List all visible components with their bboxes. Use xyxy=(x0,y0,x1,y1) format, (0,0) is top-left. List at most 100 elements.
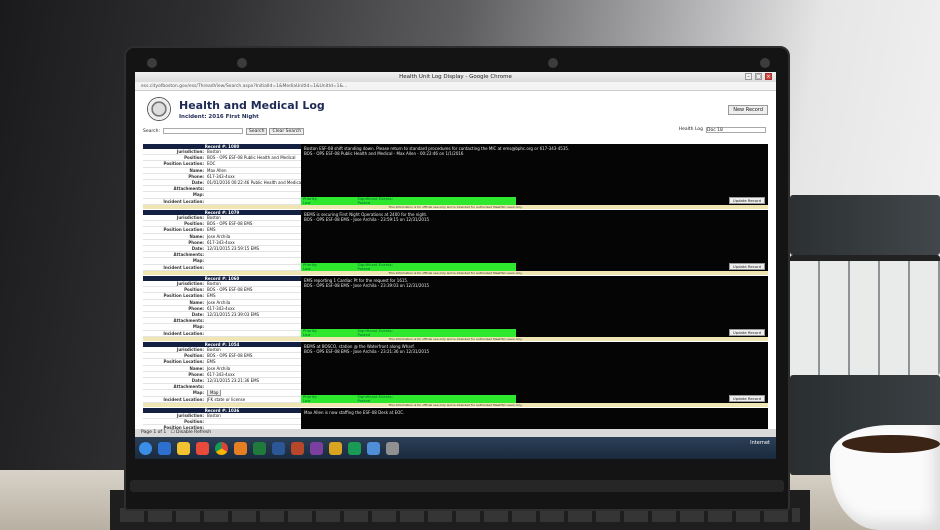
minimize-button[interactable]: – xyxy=(745,73,752,80)
word-icon[interactable] xyxy=(272,441,285,455)
field-label: Position Location: xyxy=(163,359,204,365)
app-icon[interactable] xyxy=(348,441,361,455)
field-label: Jurisdiction: xyxy=(176,215,204,220)
screw xyxy=(237,58,247,68)
priority-value: Low xyxy=(303,331,311,337)
priority-value: Low xyxy=(303,397,311,403)
update-record-button[interactable]: Update Record xyxy=(728,328,765,336)
field-value: 12/31/2015 23:39:03 EMS xyxy=(207,311,260,317)
update-record-button[interactable]: Update Record xyxy=(728,262,765,270)
start-icon[interactable] xyxy=(139,441,152,455)
field-value: Jose Archila xyxy=(207,299,231,305)
field-value: Jose Archila xyxy=(207,233,231,239)
page-header: Health and Medical Log Incident: 2016 Fi… xyxy=(135,91,776,127)
priority-value: Low xyxy=(303,265,311,271)
field-value: Boston xyxy=(207,149,221,154)
city-seal-icon xyxy=(147,97,171,121)
disable-refresh-checkbox[interactable]: Disable Refresh xyxy=(176,430,211,435)
maximize-button[interactable]: □ xyxy=(755,73,762,80)
log-line: BOS - OPS ESF-08 EMS - Jose Archila - 23… xyxy=(304,349,430,354)
field-label: Name: xyxy=(189,365,204,371)
significant-value: Posted xyxy=(357,265,371,271)
field-value: BOS - OPS ESF-08 EMS xyxy=(207,287,253,293)
field-value: JFK state or license xyxy=(207,396,246,402)
media-icon[interactable] xyxy=(196,441,209,455)
field-value: 617-343-4xxx xyxy=(207,239,235,245)
priority-status: Priority: Low Significant Events: Posted xyxy=(301,328,516,337)
clear-search-button[interactable]: Clear Search xyxy=(269,127,305,135)
field-value: BOS - OPS ESF-08 EMS xyxy=(207,221,253,227)
close-button[interactable]: × xyxy=(765,73,772,80)
window-title: Health Unit Log Display - Google Chrome xyxy=(399,74,512,80)
app-icon[interactable] xyxy=(386,441,399,455)
search-input[interactable] xyxy=(162,128,243,134)
field-label: Phone: xyxy=(188,239,204,245)
coffee-cup xyxy=(830,425,940,530)
ie-icon[interactable] xyxy=(158,441,171,455)
field-label: Jurisdiction: xyxy=(176,347,204,352)
field-label: Position: xyxy=(184,287,204,293)
page-title: Health and Medical Log xyxy=(179,98,325,112)
field-label: Date: xyxy=(191,245,204,251)
field-label: Incident Location: xyxy=(163,198,204,204)
update-record-button[interactable]: Update Record xyxy=(728,196,765,204)
binder xyxy=(790,195,940,255)
firefox-icon[interactable] xyxy=(234,441,247,455)
status-bar: Priority: Low Significant Events: Posted U… xyxy=(301,328,768,337)
field-value: EOC xyxy=(207,161,216,167)
explorer-icon[interactable] xyxy=(329,441,342,455)
field-label: Attachments: xyxy=(173,186,204,192)
field-value: Jose Archila xyxy=(207,365,231,371)
log-line: BOS - OPS ESF-08 EMS - Jose Archila - 23… xyxy=(304,217,430,222)
field-label: Date: xyxy=(191,377,204,383)
notice-text: This information is for official use onl… xyxy=(143,402,768,407)
chrome-icon[interactable] xyxy=(215,441,228,455)
field-label: Name: xyxy=(189,233,204,239)
field-value: Boston xyxy=(207,347,221,352)
field-value: 617-343-4xxx xyxy=(207,173,235,179)
field-label: Position: xyxy=(184,221,204,227)
field-label: Map: xyxy=(192,258,204,264)
laptop-trim xyxy=(130,480,784,492)
screw xyxy=(760,58,770,68)
excel-icon[interactable] xyxy=(253,441,266,455)
new-record-button[interactable]: New Record xyxy=(728,105,768,115)
outlook-icon[interactable] xyxy=(367,441,380,455)
log-record: Record #: 1080 Jurisdiction: Boston Positi… xyxy=(143,144,768,209)
map-button[interactable]: Map xyxy=(207,390,222,396)
significant-value: Posted xyxy=(357,397,371,403)
field-label: Jurisdiction: xyxy=(176,281,204,286)
status-bar: Priority: Low Significant Events: Posted U… xyxy=(301,196,768,205)
log-line: BOS - OPS ESF-08 Public Health and Medic… xyxy=(304,151,464,156)
field-label: Phone: xyxy=(188,371,204,377)
address-bar[interactable]: ess.cityofboston.gov/ess/ThreadView/Sear… xyxy=(135,82,776,91)
field-value: Boston xyxy=(207,413,221,418)
log-label: Health Log xyxy=(678,127,703,132)
priority-status: Priority: Low Significant Events: Posted xyxy=(301,262,516,271)
field-value: Boston xyxy=(207,215,221,220)
search-button[interactable]: Search xyxy=(245,127,268,135)
field-value: 12/31/2015 23:59:15 EMS xyxy=(207,245,260,251)
update-record-button[interactable]: Update Record xyxy=(728,394,765,402)
notice-text: This information is for official use onl… xyxy=(143,336,768,341)
log-select[interactable]: Doc 18 xyxy=(706,127,766,133)
field-label: Phone: xyxy=(188,305,204,311)
field-label: Incident Location: xyxy=(163,330,204,336)
field-label: Jurisdiction: xyxy=(176,149,204,154)
field-label: Map: xyxy=(192,390,204,396)
field-label: Position Location: xyxy=(163,227,204,233)
folder-icon[interactable] xyxy=(177,441,190,455)
field-value: Boston xyxy=(207,281,221,286)
field-label: Position: xyxy=(184,419,204,425)
page-indicator: Page 1 of 1 xyxy=(141,430,167,435)
incident-label: Incident: 2016 First Night xyxy=(179,113,259,120)
field-value: EMS xyxy=(207,359,216,365)
field-label: Map: xyxy=(192,324,204,330)
field-label: Incident Location: xyxy=(163,264,204,270)
field-value: BOS - OPS ESF-08 Public Health and Medic… xyxy=(207,155,296,161)
powerpoint-icon[interactable] xyxy=(291,441,304,455)
onenote-icon[interactable] xyxy=(310,441,323,455)
field-label: Position Location: xyxy=(163,293,204,299)
field-label: Position Location: xyxy=(163,161,204,167)
field-value: 617-343-4xxx xyxy=(207,371,235,377)
